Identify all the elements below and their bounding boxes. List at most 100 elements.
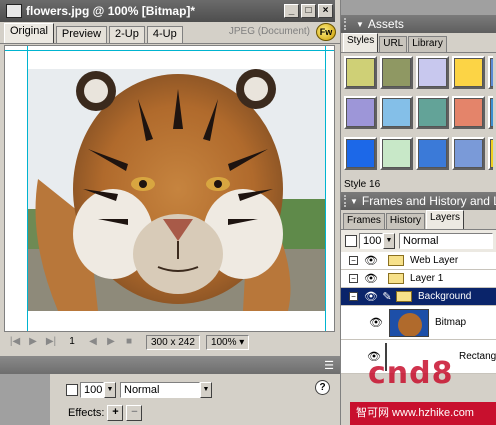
previous-frame-button[interactable]: ◀ <box>86 335 100 349</box>
frames-tabs: Frames History Layers <box>341 210 496 230</box>
collapse-icon[interactable]: − <box>349 292 358 301</box>
layer-blend-select[interactable]: Normal <box>399 233 493 249</box>
collapse-icon[interactable]: − <box>349 274 358 283</box>
layer-row-background[interactable]: − 👁 ✎ Background <box>341 288 496 306</box>
dock-top-strip <box>341 0 496 15</box>
swatch-fill <box>454 138 483 168</box>
opacity-blend-controls: 100 ▼ Normal ▼ <box>66 382 212 398</box>
tab-url[interactable]: URL <box>379 36 408 52</box>
swatch-fill <box>382 138 411 168</box>
style-swatch[interactable] <box>344 56 377 89</box>
layer-opacity-field[interactable]: 100 <box>359 233 383 249</box>
chevron-down-icon[interactable]: ▼ <box>383 233 395 249</box>
add-effect-button[interactable]: + <box>107 405 124 421</box>
tab-layers[interactable]: Layers <box>426 210 465 229</box>
bitmap-thumbnail <box>389 308 429 337</box>
blend-mode-select[interactable]: Normal <box>120 382 200 398</box>
collapse-triangle-icon[interactable]: ▼ <box>350 197 358 206</box>
style-swatch[interactable] <box>380 136 413 170</box>
guide-line[interactable] <box>325 46 326 331</box>
canvas-size-display: 300 x 242 <box>146 334 200 350</box>
object-row-bitmap[interactable]: 👁 Bitmap <box>341 306 496 340</box>
chevron-down-icon[interactable]: ▼ <box>200 382 212 398</box>
document-icon <box>6 4 22 18</box>
style-swatch[interactable] <box>344 136 377 170</box>
swatch-fill <box>418 138 447 168</box>
folder-icon <box>396 291 412 302</box>
frames-panel-title-text: Frames and History and La <box>361 194 496 208</box>
stop-button[interactable]: ■ <box>122 335 136 349</box>
style-swatch[interactable] <box>488 96 493 130</box>
frames-panel-title[interactable]: ▼ Frames and History and La <box>341 192 496 210</box>
opacity-field[interactable]: 100 <box>80 382 104 398</box>
grip-icon[interactable] <box>344 195 346 207</box>
document-canvas[interactable] <box>4 45 335 332</box>
folder-icon <box>388 255 404 266</box>
style-swatch[interactable] <box>380 96 413 130</box>
swatch-fill <box>454 98 483 128</box>
tab-library[interactable]: Library <box>408 36 447 52</box>
style-swatch[interactable] <box>416 136 449 170</box>
swatch-fill <box>346 138 375 168</box>
minimize-button[interactable]: _ <box>284 4 299 18</box>
styles-swatch-grid <box>344 56 493 174</box>
options-menu-icon[interactable]: ☰ <box>324 359 334 372</box>
swatch-fill <box>346 98 375 128</box>
eye-icon[interactable]: 👁 <box>367 316 385 329</box>
opacity-icon <box>66 384 78 396</box>
style-swatch[interactable] <box>452 136 485 170</box>
fireworks-icon: Fw <box>316 23 336 41</box>
assets-panel-title[interactable]: ▼ Assets <box>341 15 496 33</box>
assets-tabs: Styles URL Library <box>341 33 496 53</box>
last-frame-button[interactable]: ▶| <box>44 335 58 349</box>
collapse-triangle-icon[interactable]: ▼ <box>356 20 364 29</box>
style-swatch[interactable] <box>452 96 485 130</box>
layer-row-web-layer[interactable]: − 👁 Web Layer <box>341 252 496 270</box>
eye-icon[interactable]: 👁 <box>362 290 380 303</box>
help-icon[interactable]: ? <box>315 380 330 395</box>
guide-line[interactable] <box>5 50 334 51</box>
document-title-bar: flowers.jpg @ 100% [Bitmap]* _ □ × <box>0 0 335 22</box>
style-swatch[interactable] <box>380 56 413 89</box>
style-swatch[interactable] <box>344 96 377 130</box>
selected-style-label: Style 16 <box>344 179 381 190</box>
pencil-icon: ✎ <box>382 291 392 303</box>
grip-icon[interactable] <box>344 18 352 30</box>
object-name: Rectangle <box>458 351 496 362</box>
remove-effect-button[interactable]: − <box>126 405 143 421</box>
style-swatch[interactable] <box>488 136 493 170</box>
folder-icon <box>388 273 404 284</box>
style-swatch[interactable] <box>416 96 449 130</box>
chevron-down-icon: ▾ <box>239 336 245 348</box>
swatch-fill <box>346 58 375 87</box>
swatch-fill <box>382 58 411 87</box>
next-frame-button[interactable]: ▶ <box>104 335 118 349</box>
document-title: flowers.jpg @ 100% [Bitmap]* <box>26 4 196 18</box>
property-inspector: 100 ▼ Normal ▼ Effects: + − ? <box>0 374 340 425</box>
tab-preview[interactable]: Preview <box>55 26 108 43</box>
tab-history[interactable]: History <box>385 213 426 229</box>
first-frame-button[interactable]: |◀ <box>8 335 22 349</box>
tab-2-up[interactable]: 2-Up <box>109 26 145 43</box>
swatch-fill <box>454 58 483 87</box>
maximize-button[interactable]: □ <box>301 4 316 18</box>
style-swatch[interactable] <box>452 56 485 89</box>
layer-row-layer-1[interactable]: − 👁 Layer 1 <box>341 270 496 288</box>
tab-original[interactable]: Original <box>4 23 54 43</box>
close-button[interactable]: × <box>318 4 333 18</box>
collapse-icon[interactable]: − <box>349 256 358 265</box>
style-swatch[interactable] <box>488 56 493 89</box>
eye-icon[interactable]: 👁 <box>362 254 380 267</box>
tab-frames[interactable]: Frames <box>343 213 385 229</box>
tab-4-up[interactable]: 4-Up <box>146 26 183 43</box>
tiger-bitmap-image[interactable] <box>28 69 325 311</box>
zoom-level-select[interactable]: 100% ▾ <box>205 334 250 350</box>
chevron-down-icon[interactable]: ▼ <box>104 382 116 398</box>
zoom-level-value: 100% <box>210 336 237 348</box>
eye-icon[interactable]: 👁 <box>362 272 380 285</box>
tab-styles[interactable]: Styles <box>343 33 379 52</box>
style-swatch[interactable] <box>416 56 449 89</box>
effects-controls: Effects: + − <box>68 405 143 421</box>
opacity-icon <box>345 235 357 247</box>
play-button[interactable]: ▶ <box>26 335 40 349</box>
